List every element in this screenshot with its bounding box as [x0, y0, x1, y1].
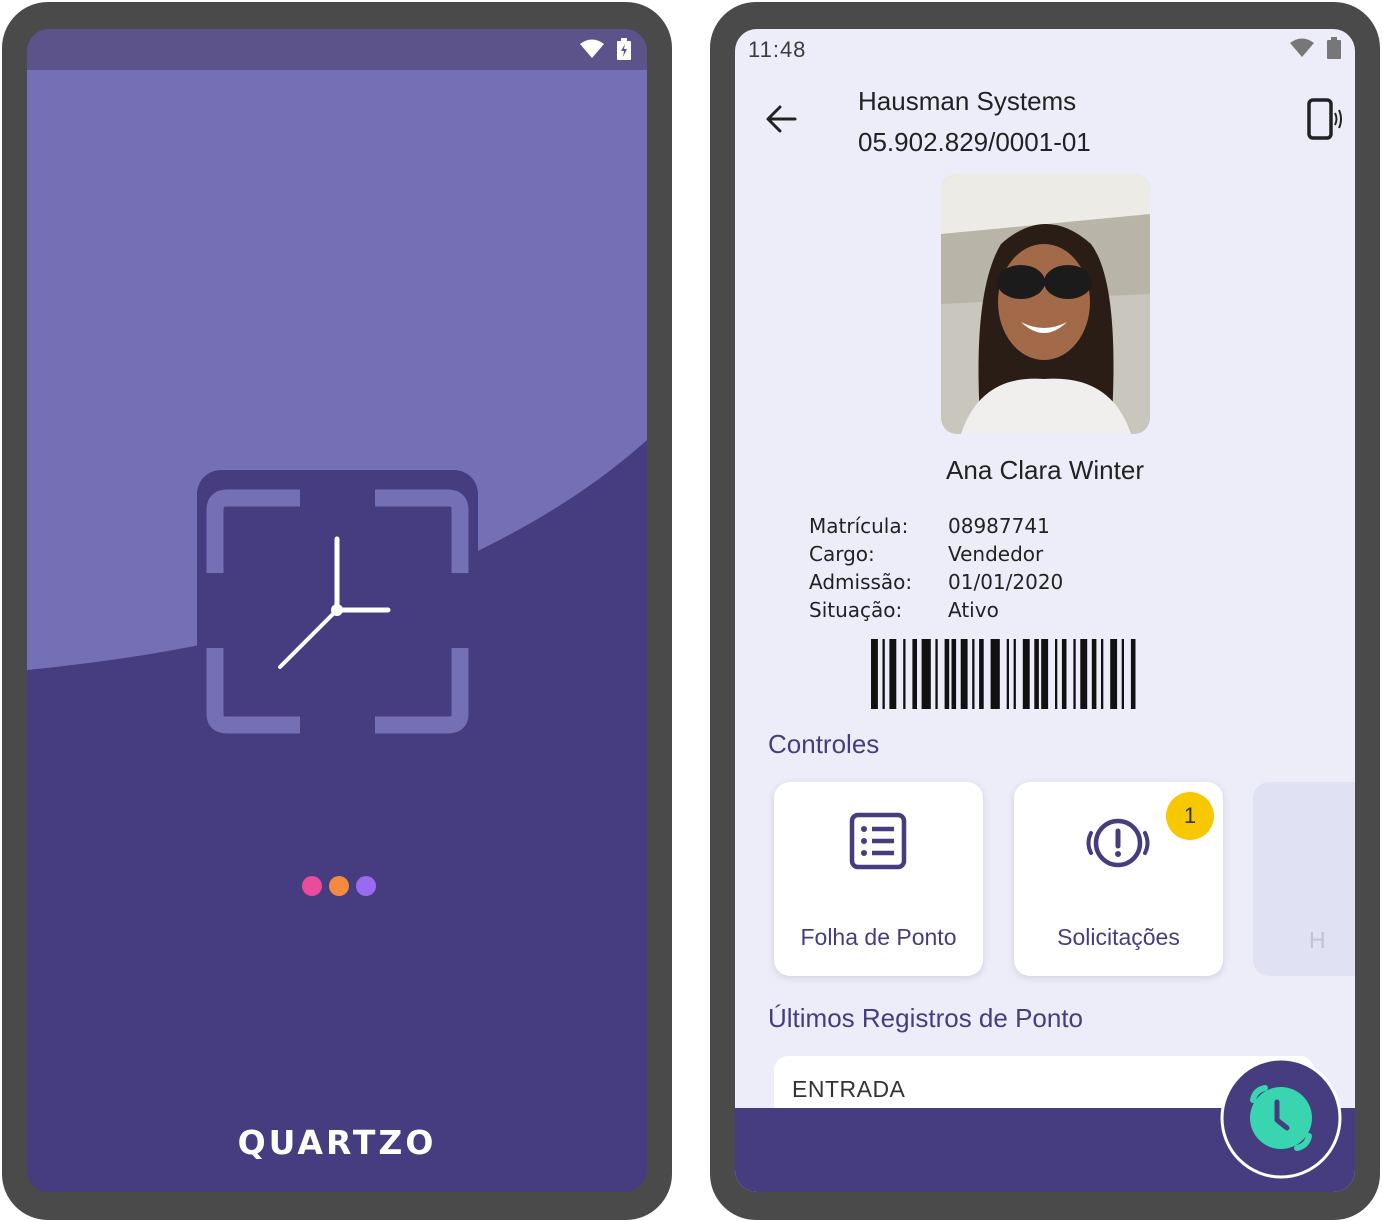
- barcode-bar: [960, 639, 968, 709]
- barcode-bar: [951, 639, 957, 709]
- nfc-phone-icon[interactable]: [1305, 97, 1345, 141]
- card-label: Folha de Ponto: [800, 924, 957, 950]
- employee-name: Ana Clara Winter: [946, 455, 1144, 485]
- info-label: Matrícula:: [809, 514, 909, 538]
- barcode-bar: [1022, 639, 1030, 709]
- list-icon: [849, 812, 907, 870]
- barcode-bar: [1041, 639, 1049, 709]
- company-cnpj: 05.902.829/0001-01: [858, 127, 1091, 157]
- barcode-bar: [1055, 639, 1058, 709]
- loading-dots: [302, 876, 376, 896]
- info-label: Situação:: [809, 598, 903, 622]
- info-label: Admissão:: [809, 570, 913, 594]
- loading-dot: [356, 876, 376, 896]
- phone-frame-left: QUARTZO: [2, 2, 672, 1220]
- card-label: H: [1309, 927, 1326, 953]
- barcode-bar: [1073, 639, 1076, 709]
- card-folha-de-ponto[interactable]: Folha de Ponto: [774, 782, 983, 976]
- battery-charging-icon: [617, 38, 631, 60]
- card-partial[interactable]: H: [1253, 782, 1355, 976]
- info-row: Situação: Ativo: [809, 596, 1063, 624]
- battery-icon: [1327, 37, 1341, 59]
- company-name: Hausman Systems: [858, 86, 1077, 116]
- info-value: 08987741: [948, 514, 1050, 538]
- barcode-bar: [1110, 639, 1118, 709]
- barcode-bar: [903, 639, 906, 709]
- status-bar: [27, 29, 647, 70]
- barcode-bar: [889, 639, 897, 709]
- records-title: Últimos Registros de Ponto: [768, 1003, 1084, 1033]
- alarm-clock-icon[interactable]: [1219, 1056, 1343, 1180]
- barcode-bar: [1130, 639, 1136, 709]
- employee-info: Matrícula: 08987741 Cargo: Vendedor Admiss…: [809, 512, 1063, 624]
- barcode-bar: [871, 639, 878, 709]
- info-value: Vendedor: [948, 542, 1044, 566]
- wifi-icon: [1290, 38, 1314, 57]
- barcode-bar: [882, 639, 885, 709]
- status-icons: [1289, 37, 1341, 59]
- quartzo-logo-icon: [197, 470, 478, 734]
- info-value: 01/01/2020: [948, 570, 1064, 594]
- barcode-bar: [979, 639, 984, 709]
- info-value: Ativo: [948, 598, 999, 622]
- barcode-bar: [1080, 639, 1088, 709]
- barcode-bar: [921, 639, 931, 709]
- barcode-bar: [1013, 639, 1016, 709]
- company-header: Hausman Systems 05.902.829/0001-01: [858, 81, 1091, 163]
- barcode-bar: [990, 639, 1000, 709]
- brand-wordmark: QUARTZO: [237, 1123, 437, 1162]
- status-time: 11:48: [748, 37, 807, 62]
- barcode-bar: [912, 639, 917, 709]
- wifi-icon: [580, 39, 604, 58]
- barcode-bar: [972, 639, 975, 709]
- card-solicitacoes[interactable]: 1 Solicitações: [1014, 782, 1223, 976]
- alert-clock-icon: [1086, 818, 1150, 868]
- phone-frame-right: 11:48 Hausman Systems 05.902.829/0001-01: [710, 2, 1380, 1220]
- card-label: Solicitações: [1057, 924, 1180, 950]
- barcode-bar: [1061, 639, 1067, 709]
- barcode: [871, 639, 1136, 709]
- barcode-bar: [944, 639, 950, 709]
- barcode-bar: [1006, 639, 1009, 709]
- barcode-bar: [1121, 639, 1124, 709]
- back-arrow-icon[interactable]: [763, 101, 799, 137]
- profile-screen: 11:48 Hausman Systems 05.902.829/0001-01: [735, 29, 1355, 1192]
- loading-dot: [302, 876, 322, 896]
- info-row: Cargo: Vendedor: [809, 540, 1063, 568]
- barcode-bar: [935, 639, 938, 709]
- notification-badge: 1: [1166, 792, 1214, 840]
- barcode-bar: [1091, 639, 1097, 709]
- loading-dot: [329, 876, 349, 896]
- info-label: Cargo:: [809, 542, 875, 566]
- employee-photo: [941, 174, 1150, 434]
- controls-title: Controles: [768, 729, 880, 759]
- info-row: Admissão: 01/01/2020: [809, 568, 1063, 596]
- barcode-bar: [1101, 639, 1104, 709]
- barcode-bar: [1034, 639, 1039, 709]
- record-type: ENTRADA: [792, 1076, 906, 1102]
- splash-screen: QUARTZO: [27, 29, 647, 1192]
- info-row: Matrícula: 08987741: [809, 512, 1063, 540]
